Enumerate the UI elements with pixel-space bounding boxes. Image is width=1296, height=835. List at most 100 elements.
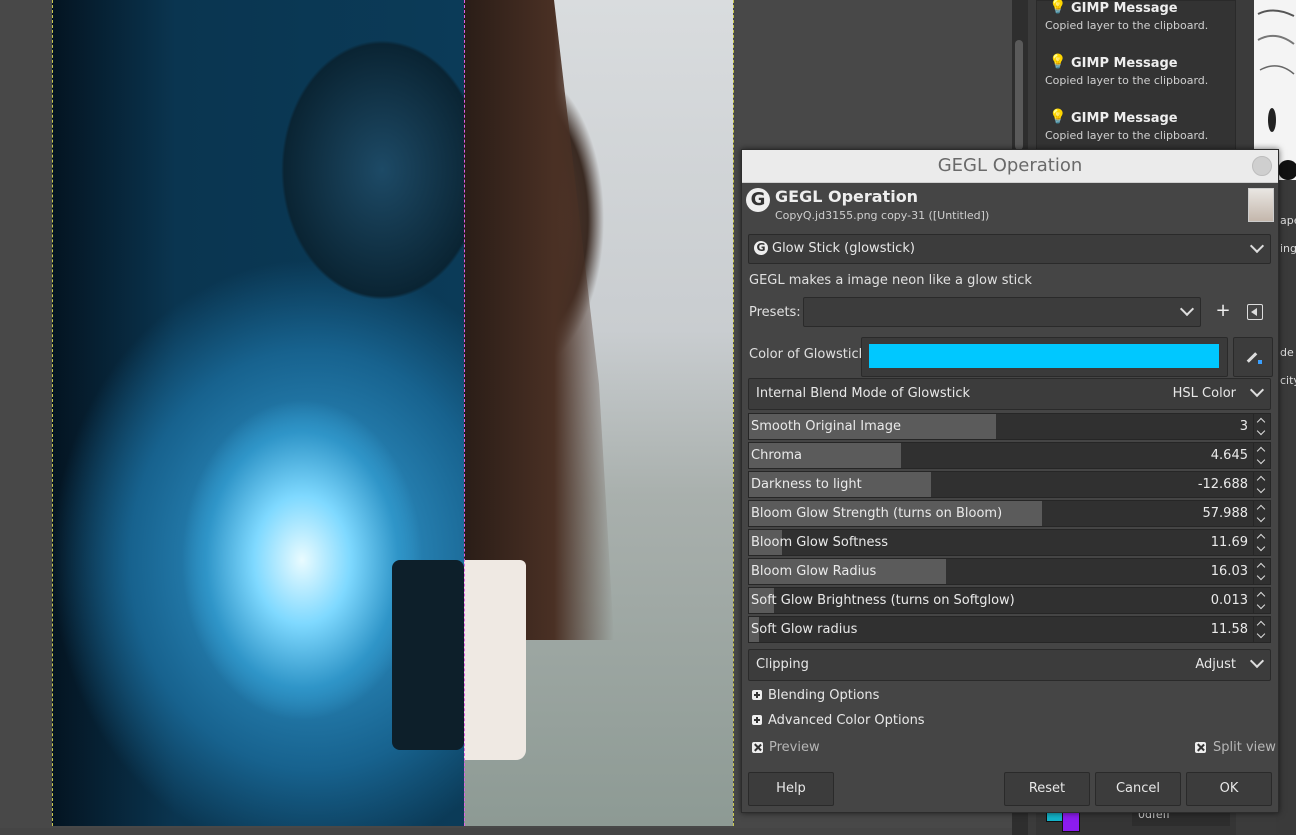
window-title: GEGL Operation (937, 155, 1083, 176)
original-image-half (464, 0, 733, 826)
image-preview[interactable] (52, 0, 733, 826)
error-console-panel: 💡 GIMP Message Copied layer to the clipb… (1036, 0, 1236, 152)
chevron-down-icon (1249, 382, 1265, 398)
slider-spinbutton[interactable]: Soft Glow Brightness (turns on Softglow)… (748, 587, 1271, 614)
blending-options-label: Blending Options (768, 688, 880, 703)
slider-spinbutton[interactable]: Darkness to light -12.688 (748, 471, 1271, 498)
slider-label: Darkness to light (751, 477, 862, 492)
spin-arrows-icon[interactable] (1253, 414, 1270, 439)
message-title: GIMP Message (1071, 111, 1178, 126)
slider-value[interactable]: -12.688 (1198, 477, 1248, 492)
cup-shape (464, 560, 526, 760)
clipping-select[interactable]: Clipping Adjust (748, 649, 1271, 681)
internal-blend-mode-select[interactable]: Internal Blend Mode of Glowstick HSL Col… (748, 378, 1271, 410)
dock-scrollbar-thumb[interactable] (1015, 40, 1023, 150)
lightbulb-icon: 💡 (1049, 109, 1067, 125)
mode-label: de (1280, 346, 1294, 359)
operation-select-value: Glow Stick (glowstick) (772, 241, 915, 256)
message-item: 💡 GIMP Message Copied layer to the clipb… (1045, 0, 1235, 32)
slider-value[interactable]: 0.013 (1211, 593, 1248, 608)
dialog-titlebar[interactable]: GEGL Operation (742, 150, 1278, 183)
slider-spinbutton[interactable]: Smooth Original Image 3 (748, 413, 1271, 440)
gegl-operation-dialog: GEGL Operation G GEGL Operation CopyQ.jd… (741, 149, 1279, 813)
message-body: Copied layer to the clipboard. (1045, 129, 1209, 142)
reset-button[interactable]: Reset (1004, 772, 1090, 806)
blend-mode-value: HSL Color (1172, 386, 1236, 401)
cup-glow-shape (392, 560, 464, 750)
spin-arrows-icon[interactable] (1253, 559, 1270, 584)
slider-value[interactable]: 11.58 (1211, 622, 1248, 637)
spin-arrows-icon[interactable] (1253, 588, 1270, 613)
chevron-down-icon (1249, 653, 1265, 669)
preview-checkbox[interactable] (752, 742, 763, 753)
lightbulb-icon: 💡 (1049, 0, 1067, 15)
slider-spinbutton[interactable]: Bloom Glow Radius 16.03 (748, 558, 1271, 585)
dialog-header-title: GEGL Operation (775, 187, 919, 206)
dialog-header-subtitle: CopyQ.jd3155.png copy-31 ([Untitled]) (775, 209, 990, 222)
operation-select[interactable]: G Glow Stick (glowstick) (748, 234, 1271, 264)
right-dock-strip (1276, 180, 1296, 835)
opacity-label: city (1280, 374, 1296, 387)
foreground-color-swatch[interactable] (1062, 812, 1080, 832)
presets-label: Presets: (749, 305, 801, 320)
preview-label: Preview (769, 740, 820, 755)
slider-value[interactable]: 3 (1240, 419, 1248, 434)
slider-spinbutton[interactable]: Chroma 4.645 (748, 442, 1271, 469)
image-thumbnail (1248, 188, 1274, 222)
spin-arrows-icon[interactable] (1253, 443, 1270, 468)
slider-label: Chroma (751, 448, 802, 463)
expand-icon (752, 690, 762, 700)
operation-description: GEGL makes a image neon like a glow stic… (749, 273, 1032, 288)
dock-tab-label[interactable]: ape (1280, 214, 1296, 227)
message-item: 💡 GIMP Message Copied layer to the clipb… (1045, 54, 1235, 87)
expand-icon (752, 715, 762, 725)
slider-value[interactable]: 16.03 (1211, 564, 1248, 579)
slider-label: Bloom Glow Strength (turns on Bloom) (751, 506, 1003, 521)
add-preset-icon[interactable]: + (1214, 302, 1232, 320)
blend-mode-label: Internal Blend Mode of Glowstick (756, 386, 971, 401)
message-body: Copied layer to the clipboard. (1045, 19, 1209, 32)
presets-select[interactable] (803, 297, 1201, 327)
slider-label: Bloom Glow Softness (751, 535, 889, 550)
clipping-label: Clipping (756, 657, 809, 672)
glowstick-color-label: Color of Glowstick (749, 347, 867, 362)
split-view-checkbox[interactable] (1195, 742, 1206, 753)
slider-spinbutton[interactable]: Bloom Glow Strength (turns on Bloom) 57.9… (748, 500, 1271, 527)
advanced-color-options-label: Advanced Color Options (768, 713, 925, 728)
slider-label: Bloom Glow Radius (751, 564, 877, 579)
glowstick-color-swatch[interactable] (869, 344, 1219, 368)
message-body: Copied layer to the clipboard. (1045, 74, 1209, 87)
preset-menu-icon[interactable] (1247, 304, 1263, 320)
chevron-down-icon (1249, 238, 1265, 254)
lightbulb-icon: 💡 (1049, 54, 1067, 70)
split-view-label: Split view (1213, 740, 1276, 755)
spin-arrows-icon[interactable] (1253, 617, 1270, 642)
gegl-logo-icon: G (746, 188, 770, 212)
layer-boundary-right (733, 0, 734, 826)
slider-spinbutton[interactable]: Soft Glow radius 11.58 (748, 616, 1271, 643)
ok-button[interactable]: OK (1186, 772, 1272, 806)
message-item: 💡 GIMP Message Copied layer to the clipb… (1045, 109, 1235, 142)
color-picker-icon[interactable] (1233, 337, 1273, 377)
layer-boundary-left (52, 0, 53, 826)
cancel-button[interactable]: Cancel (1095, 772, 1181, 806)
slider-label: Smooth Original Image (751, 419, 902, 434)
spin-arrows-icon[interactable] (1253, 501, 1270, 526)
split-view-guide (464, 0, 465, 826)
slider-label: Soft Glow Brightness (turns on Softglow) (751, 593, 1015, 608)
slider-value[interactable]: 4.645 (1211, 448, 1248, 463)
gegl-icon: G (754, 241, 768, 255)
help-button[interactable]: Help (748, 772, 834, 806)
close-button[interactable] (1252, 156, 1272, 176)
chevron-down-icon (1179, 301, 1195, 317)
slider-label: Soft Glow radius (751, 622, 858, 637)
slider-value[interactable]: 11.69 (1211, 535, 1248, 550)
hair-shape (464, 0, 614, 640)
slider-spinbutton[interactable]: Bloom Glow Softness 11.69 (748, 529, 1271, 556)
clipping-value: Adjust (1195, 657, 1236, 672)
slider-value[interactable]: 57.988 (1203, 506, 1249, 521)
spin-arrows-icon[interactable] (1253, 530, 1270, 555)
dock-tab-label[interactable]: ing (1280, 242, 1296, 255)
message-title: GIMP Message (1071, 1, 1178, 16)
spin-arrows-icon[interactable] (1253, 472, 1270, 497)
